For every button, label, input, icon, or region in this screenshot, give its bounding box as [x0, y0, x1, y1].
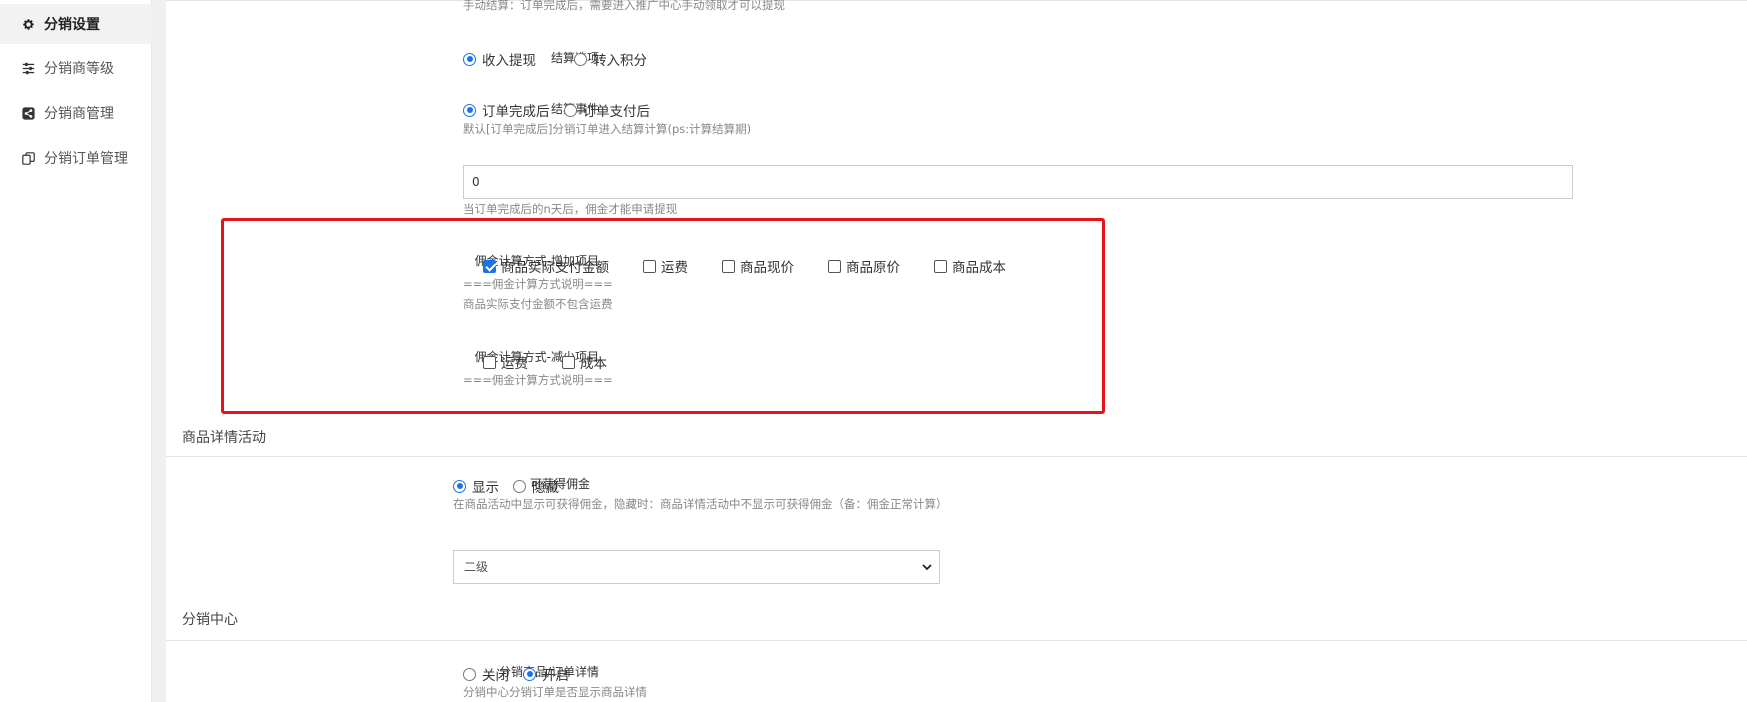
checkbox-icon: [562, 355, 575, 369]
top-border: [166, 0, 1747, 1]
settings-form: 手动结算：订单完成后，需要进入推广中心手动领取才可以提现 结算选项 收入提现 转…: [166, 0, 1747, 702]
checkbox-icon: [483, 355, 496, 369]
order-detail-group: 关闭 开启: [463, 664, 587, 684]
commission-subtract-group: 运费 成本: [483, 352, 625, 372]
radio-icon: [463, 667, 476, 681]
checkbox-icon: [934, 259, 947, 273]
radio-icon: [523, 667, 536, 681]
sidebar-item-label: 分销商管理: [44, 106, 114, 122]
checkbox-icon: [828, 259, 841, 273]
section-divider: [166, 640, 1747, 641]
section-title-distribution-center: 分销中心: [182, 612, 238, 628]
radio-icon: [453, 479, 466, 493]
commission-add-help-1: ===佣金计算方式说明===: [463, 277, 613, 291]
commission-visible-help: 在商品活动中显示可获得佣金，隐藏时：商品详情活动中不显示可获得佣金（备：佣金正常…: [453, 497, 948, 511]
commission-add-group: 商品实际支付金额 运费 商品现价 商品原价 商品成本: [483, 256, 1024, 276]
settle-days-help: 当订单完成后的n天后，佣金才能申请提现: [463, 202, 678, 216]
settle-option-withdraw[interactable]: 收入提现: [463, 49, 536, 69]
manual-settle-note: 手动结算：订单完成后，需要进入推广中心手动领取才可以提现: [463, 0, 785, 12]
settle-event-completed[interactable]: 订单完成后: [463, 100, 550, 120]
commission-subtract-shipping[interactable]: 运费: [483, 352, 528, 372]
sidebar-item-distribution-settings[interactable]: 分销设置: [0, 4, 152, 44]
radio-icon: [463, 103, 476, 117]
radio-icon: [574, 52, 587, 66]
order-detail-on[interactable]: 开启: [523, 664, 569, 684]
commission-subtract-help: ===佣金计算方式说明===: [463, 373, 613, 387]
settle-event-group: 订单完成后 订单支付后: [463, 100, 668, 120]
chevron-down-icon: [922, 564, 932, 571]
commission-add-cost[interactable]: 商品成本: [934, 256, 1006, 276]
sliders-icon: [20, 60, 36, 76]
commission-add-paid-amount[interactable]: 商品实际支付金额: [483, 256, 609, 276]
sidebar-gutter: [152, 0, 166, 702]
commission-subtract-cost[interactable]: 成本: [562, 352, 607, 372]
commission-add-current-price[interactable]: 商品现价: [722, 256, 794, 276]
settle-option-group: 收入提现 转入积分: [463, 49, 665, 69]
checkbox-icon: [722, 259, 735, 273]
settle-event-paid[interactable]: 订单支付后: [563, 100, 650, 120]
order-detail-help: 分销中心分销订单是否显示商品详情: [463, 685, 647, 699]
radio-icon: [513, 479, 526, 493]
sidebar-item-distributor-level[interactable]: 分销商等级: [0, 48, 152, 88]
section-divider: [166, 456, 1747, 457]
copy-icon: [20, 150, 36, 166]
gear-icon: [20, 16, 36, 32]
display-level-select[interactable]: 二级: [453, 550, 940, 584]
checkbox-icon: [643, 259, 656, 273]
commission-add-original-price[interactable]: 商品原价: [828, 256, 900, 276]
sidebar-item-label: 分销设置: [44, 17, 100, 33]
checkbox-icon: [483, 259, 496, 273]
settle-option-points[interactable]: 转入积分: [574, 49, 647, 69]
sidebar-item-label: 分销商等级: [44, 61, 114, 77]
sidebar-item-label: 分销订单管理: [44, 151, 128, 167]
sidebar-item-distributor-management[interactable]: 分销商管理: [0, 93, 152, 133]
settle-event-help: 默认[订单完成后]分销订单进入结算计算(ps:计算结算期): [463, 122, 752, 136]
commission-visible-group: 显示 隐藏: [453, 476, 577, 496]
commission-add-help-2: 商品实际支付金额不包含运费: [463, 297, 613, 311]
share-icon: [20, 105, 36, 121]
settle-days-input[interactable]: 0: [463, 165, 1573, 199]
sidebar-item-distribution-orders[interactable]: 分销订单管理: [0, 138, 152, 178]
radio-icon: [563, 103, 577, 117]
commission-add-shipping[interactable]: 运费: [643, 256, 688, 276]
commission-visible-hide[interactable]: 隐藏: [513, 476, 559, 496]
sidebar: 分销设置 分销商等级 分销商管理 分销订单管理: [0, 0, 152, 702]
radio-icon: [463, 52, 476, 66]
order-detail-off[interactable]: 关闭: [463, 664, 509, 684]
commission-visible-show[interactable]: 显示: [453, 476, 499, 496]
section-title-detail-activity: 商品详情活动: [182, 430, 266, 446]
